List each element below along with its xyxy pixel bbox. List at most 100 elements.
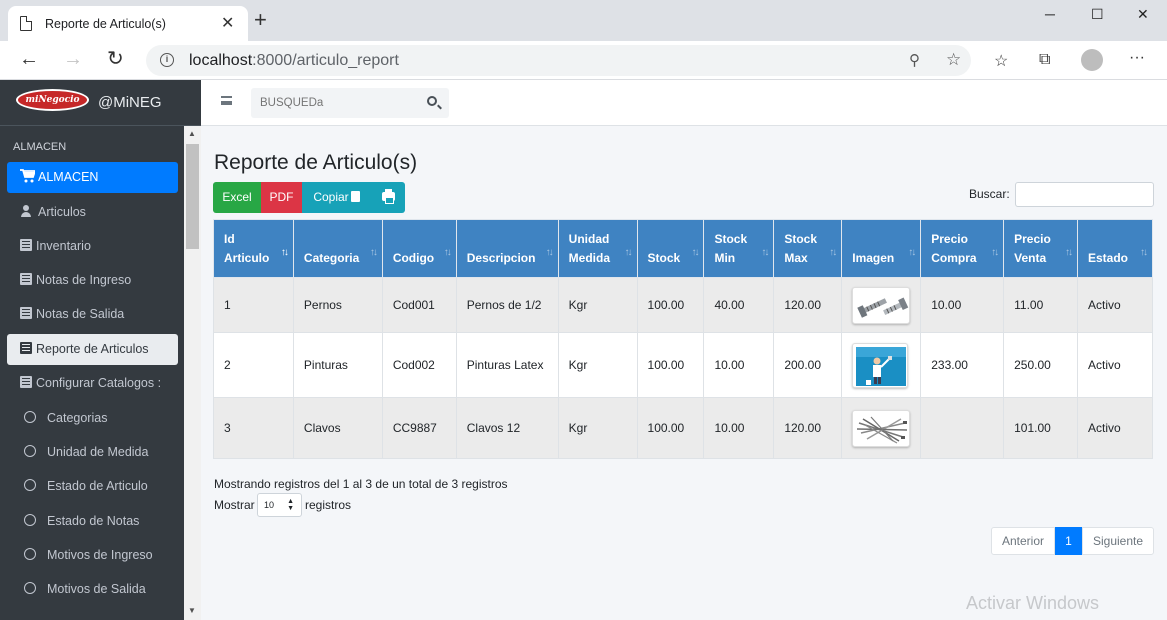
cell-stock-min: 10.00: [703, 397, 775, 459]
table-search-label: Buscar:: [969, 187, 1010, 201]
scrollbar-thumb[interactable]: [186, 144, 199, 249]
column-header-stock-max[interactable]: Stock Max ↑↓: [773, 219, 843, 278]
sidebar-item-almacen[interactable]: ALMACEN: [7, 162, 178, 193]
sidebar-item-label: Notas de Ingreso: [36, 273, 132, 287]
excel-button[interactable]: Excel: [213, 182, 261, 213]
cell-precio-compra: 10.00: [920, 277, 1005, 333]
search-button[interactable]: [417, 88, 449, 118]
length-select[interactable]: 10 ▲ ▼: [257, 493, 302, 517]
sort-icon: ↑↓: [545, 247, 554, 258]
search-input[interactable]: [251, 88, 417, 118]
scroll-down-icon[interactable]: ▼: [188, 606, 196, 615]
sidebar-item-label: Unidad de Medida: [47, 445, 149, 459]
pagination-page-1[interactable]: 1: [1055, 527, 1082, 555]
maximize-button[interactable]: ☐: [1091, 6, 1104, 23]
cell-estado: Activo: [1077, 277, 1153, 333]
circle-icon: [24, 479, 36, 491]
cell-stock-max: 120.00: [773, 277, 843, 333]
column-header-descripcion[interactable]: Descripcion ↑↓: [455, 219, 559, 278]
copy-button[interactable]: Copiar: [302, 182, 371, 213]
brand[interactable]: miNegocio @MiNEG: [0, 80, 201, 126]
table-row[interactable]: 1 Pernos Cod001 Pernos de 1/2 Kgr 100.00…: [213, 277, 1153, 333]
column-header-precio-compra[interactable]: Precio Compra ↑↓: [920, 219, 1005, 278]
cell-categoria: Clavos: [292, 397, 383, 459]
table-search-input[interactable]: [1015, 182, 1154, 207]
column-header-unidad-medida[interactable]: Unidad Medida ↑↓: [557, 219, 638, 278]
sidebar-item-unidad-medida[interactable]: Unidad de Medida: [7, 437, 178, 468]
list-icon: [20, 239, 32, 251]
window-close-button[interactable]: ✕: [1137, 6, 1149, 23]
circle-icon: [24, 582, 36, 594]
url-text[interactable]: localhost:8000/articulo_report: [189, 52, 399, 70]
user-icon: [20, 205, 32, 217]
sort-icon: ↑↓: [624, 247, 633, 258]
cell-categoria: Pernos: [292, 277, 383, 333]
sidebar-item-estado-articulo[interactable]: Estado de Articulo: [7, 471, 178, 502]
clipboard-icon: [350, 191, 360, 202]
sidebar-item-notas-salida[interactable]: Notas de Salida: [7, 299, 178, 330]
settings-menu-icon[interactable]: ···: [1129, 49, 1145, 67]
cell-stock: 100.00: [636, 332, 705, 398]
column-header-stock-min[interactable]: Stock Min ↑↓: [703, 219, 775, 278]
forward-arrow-icon[interactable]: →: [63, 49, 83, 69]
sidebar-item-articulos[interactable]: Articulos: [7, 197, 178, 228]
sidebar-item-label: Motivos de Salida: [47, 582, 146, 596]
sidebar-item-estado-notas[interactable]: Estado de Notas: [7, 506, 178, 537]
address-bar[interactable]: i localhost:8000/articulo_report ⚲ ☆: [146, 45, 971, 76]
column-header-stock[interactable]: Stock ↑↓: [636, 219, 705, 278]
bolts-image[interactable]: [852, 286, 911, 324]
print-button[interactable]: [371, 182, 405, 213]
column-header-id[interactable]: Id Articulo ↑↓: [213, 219, 294, 278]
collections-icon[interactable]: ⧉: [1039, 51, 1050, 69]
sidebar-item-motivos-ingreso[interactable]: Motivos de Ingreso: [7, 540, 178, 571]
sidebar-item-motivos-salida[interactable]: Motivos de Salida: [7, 574, 178, 605]
menu-toggle-icon[interactable]: [221, 96, 232, 105]
cell-precio-venta: 250.00: [1003, 332, 1078, 398]
list-icon: [20, 273, 32, 285]
cell-codigo: Cod001: [381, 277, 457, 333]
pdf-button[interactable]: PDF: [261, 182, 302, 213]
pagination-next[interactable]: Siguiente: [1082, 527, 1154, 555]
browser-tab[interactable]: Reporte de Articulo(s) ✕: [8, 6, 248, 41]
table-row[interactable]: 3 Clavos CC9887 Clavos 12 Kgr 100.00 10.…: [213, 397, 1153, 459]
sidebar-item-inventario[interactable]: Inventario: [7, 231, 178, 262]
sidebar-item-notas-ingreso[interactable]: Notas de Ingreso: [7, 265, 178, 296]
print-icon: [382, 189, 395, 204]
cell-precio-venta: 101.00: [1003, 397, 1078, 459]
column-header-categoria[interactable]: Categoria ↑↓: [292, 219, 383, 278]
table-row[interactable]: 2 Pinturas Cod002 Pinturas Latex Kgr 100…: [213, 332, 1153, 398]
back-arrow-icon[interactable]: ←: [19, 49, 39, 69]
painter-image[interactable]: [852, 342, 909, 388]
minimize-button[interactable]: ─: [1045, 6, 1055, 22]
reload-icon[interactable]: ↻: [107, 49, 124, 69]
favorites-list-icon[interactable]: ☆: [994, 51, 1008, 71]
sidebar-item-label: Motivos de Ingreso: [47, 548, 153, 562]
brand-name: @MiNEG: [98, 94, 162, 111]
table-info-text: Mostrando registros del 1 al 3 de un tot…: [214, 477, 508, 491]
sidebar-item-configurar-catalogos[interactable]: Configurar Catalogos :: [7, 368, 178, 399]
column-header-precio-venta[interactable]: Precio Venta ↑↓: [1003, 219, 1078, 278]
cell-estado: Activo: [1077, 332, 1153, 398]
scroll-up-icon[interactable]: ▲: [188, 129, 196, 138]
favorite-star-icon[interactable]: ☆: [946, 50, 961, 70]
sidebar-item-reporte-articulos[interactable]: Reporte de Articulos: [7, 334, 178, 365]
sidebar-item-label: ALMACEN: [38, 170, 99, 184]
profile-avatar[interactable]: [1081, 49, 1103, 71]
pagination-previous[interactable]: Anterior: [991, 527, 1055, 555]
column-header-imagen[interactable]: Imagen ↑↓: [841, 219, 922, 278]
cell-stock-min: 40.00: [703, 277, 775, 333]
zoom-icon[interactable]: ⚲: [909, 51, 920, 69]
select-caret-icon: ▲ ▼: [287, 498, 294, 512]
cell-descripcion: Pernos de 1/2: [455, 277, 559, 333]
new-tab-button[interactable]: +: [254, 9, 267, 31]
sidebar-scrollbar[interactable]: ▲ ▼: [184, 126, 201, 620]
site-info-icon[interactable]: i: [160, 53, 174, 67]
tab-close-icon[interactable]: ✕: [221, 13, 234, 33]
cell-precio-venta: 11.00: [1003, 277, 1078, 333]
column-header-estado[interactable]: Estado ↑↓: [1077, 219, 1153, 278]
cell-imagen: [841, 332, 922, 398]
column-header-codigo[interactable]: Codigo ↑↓: [381, 219, 457, 278]
sidebar-item-categorias[interactable]: Categorias: [7, 403, 178, 434]
nails-image[interactable]: [852, 409, 911, 447]
sidebar-item-label: Estado de Articulo: [47, 479, 148, 493]
